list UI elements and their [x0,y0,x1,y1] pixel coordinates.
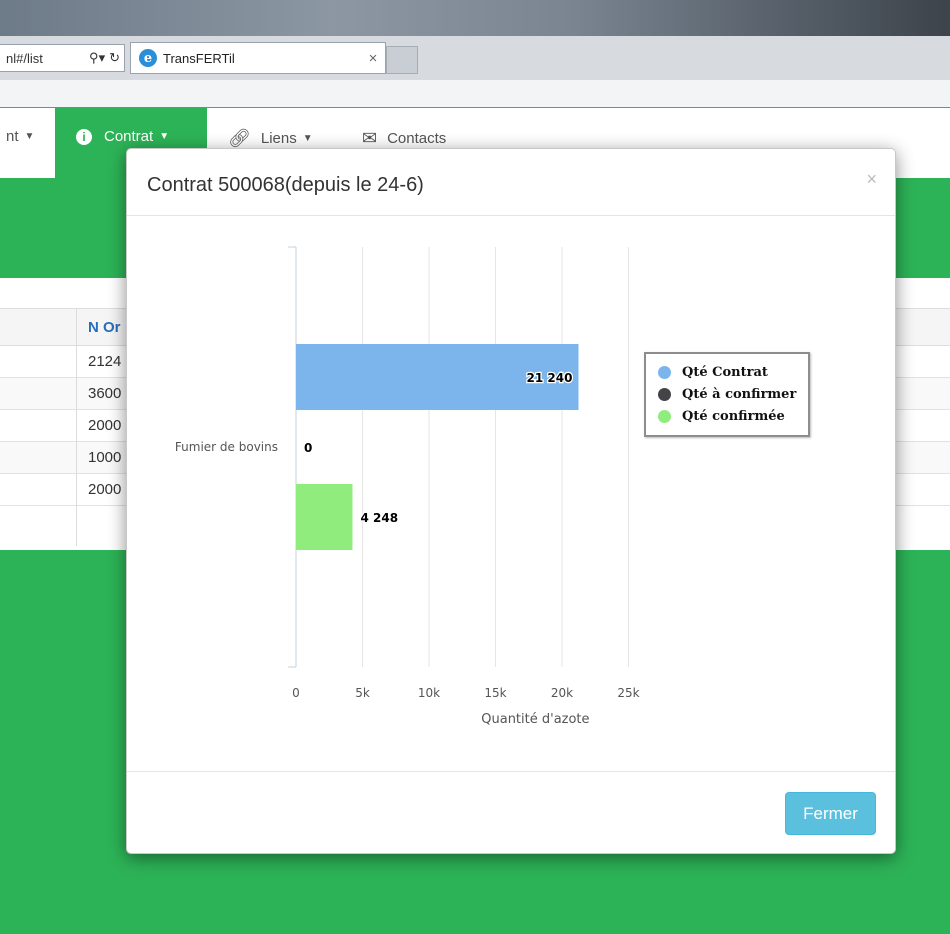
bar-2 [296,484,353,550]
table-cell: 2000 [88,481,122,498]
table-cell: 2124 [88,353,122,370]
nav-item-partial[interactable]: nt ▼ [6,128,34,145]
tab-title: TransFERTil [163,50,235,66]
browser-tab[interactable]: e TransFERTil × [130,42,386,74]
new-tab-button[interactable] [386,46,418,74]
legend-swatch [658,387,671,401]
address-bar[interactable]: nl#/list ⚲▾ ↻ [0,44,125,72]
modal-title: Contrat 500068(depuis le 24-6) [147,174,424,196]
y-category-label: Fumier de bovins [175,440,278,454]
legend-swatch [658,365,671,379]
close-icon[interactable]: × [866,169,877,190]
nav-item-partial-label: nt [6,128,19,145]
browser-command-bar [0,80,950,108]
window-titlebar [0,0,950,36]
nav-item-liens-label: Liens [260,130,297,147]
ie-icon: e [139,49,157,67]
data-label: 21 240 [527,371,573,385]
modal-footer: Fermer [127,771,895,853]
legend-label: Qté confirmée [682,408,785,424]
link-icon: 🔗︎ [228,128,251,148]
envelope-icon: ✉ [362,128,378,148]
x-tick-label: 0 [292,686,300,700]
legend-label: Qté Contrat [682,364,768,380]
fermer-button[interactable]: Fermer [785,792,876,835]
column-header-n-or[interactable]: N Or [88,319,121,336]
x-tick-label: 20k [551,686,573,700]
tab-close-icon[interactable]: × [361,50,385,67]
nav-item-liens[interactable]: 🔗︎ Liens ▼ [228,128,313,149]
x-axis-title: Quantité d'azote [481,712,589,727]
table-cell: 3600 [88,385,122,402]
modal-header: Contrat 500068(depuis le 24-6) × [127,149,895,216]
chevron-down-icon: ▼ [159,131,170,142]
legend-swatch [658,409,671,423]
nav-item-contacts[interactable]: ✉ Contacts [362,128,446,149]
chart-legend: Qté Contrat Qté à confirmer Qté confirmé… [644,352,810,437]
nav-item-contrat[interactable]: i Contrat ▼ [76,128,169,145]
table-cell: 1000 [88,449,122,466]
chevron-down-icon: ▼ [302,133,313,144]
info-icon: i [76,128,92,145]
legend-item-qte-contrat[interactable]: Qté Contrat [658,361,808,383]
data-label: 4 248 [360,511,398,525]
legend-item-qte-a-confirmer[interactable]: Qté à confirmer [658,383,808,405]
azote-bar-chart: 0 5k 10k 15k 20k 25k Fumier de bovins 21 240 0 4 … [175,246,640,727]
x-tick-label: 10k [418,686,440,700]
x-tick-label: 25k [617,686,639,700]
legend-label: Qté à confirmer [682,386,797,402]
nav-item-contacts-label: Contacts [387,130,447,147]
x-tick-label: 5k [355,686,370,700]
legend-item-qte-confirmee[interactable]: Qté confirmée [658,405,808,427]
contract-modal: Contrat 500068(depuis le 24-6) × 0 5k 10k 1… [126,148,896,854]
nav-item-contrat-label: Contrat [104,128,154,145]
x-tick-label: 15k [484,686,506,700]
address-url[interactable]: nl#/list [6,51,89,66]
refresh-icon[interactable]: ↻ [109,50,120,66]
data-label: 0 [304,441,312,455]
chevron-down-icon: ▼ [24,131,35,142]
screen: nl#/list ⚲▾ ↻ e TransFERTil × nt ▼ i Con… [0,0,950,934]
table-column-divider [76,308,77,546]
table-cell: 2000 [88,417,122,434]
modal-body: 0 5k 10k 15k 20k 25k Fumier de bovins 21 240 0 4 … [127,217,895,771]
search-icon[interactable]: ⚲▾ [89,50,105,66]
